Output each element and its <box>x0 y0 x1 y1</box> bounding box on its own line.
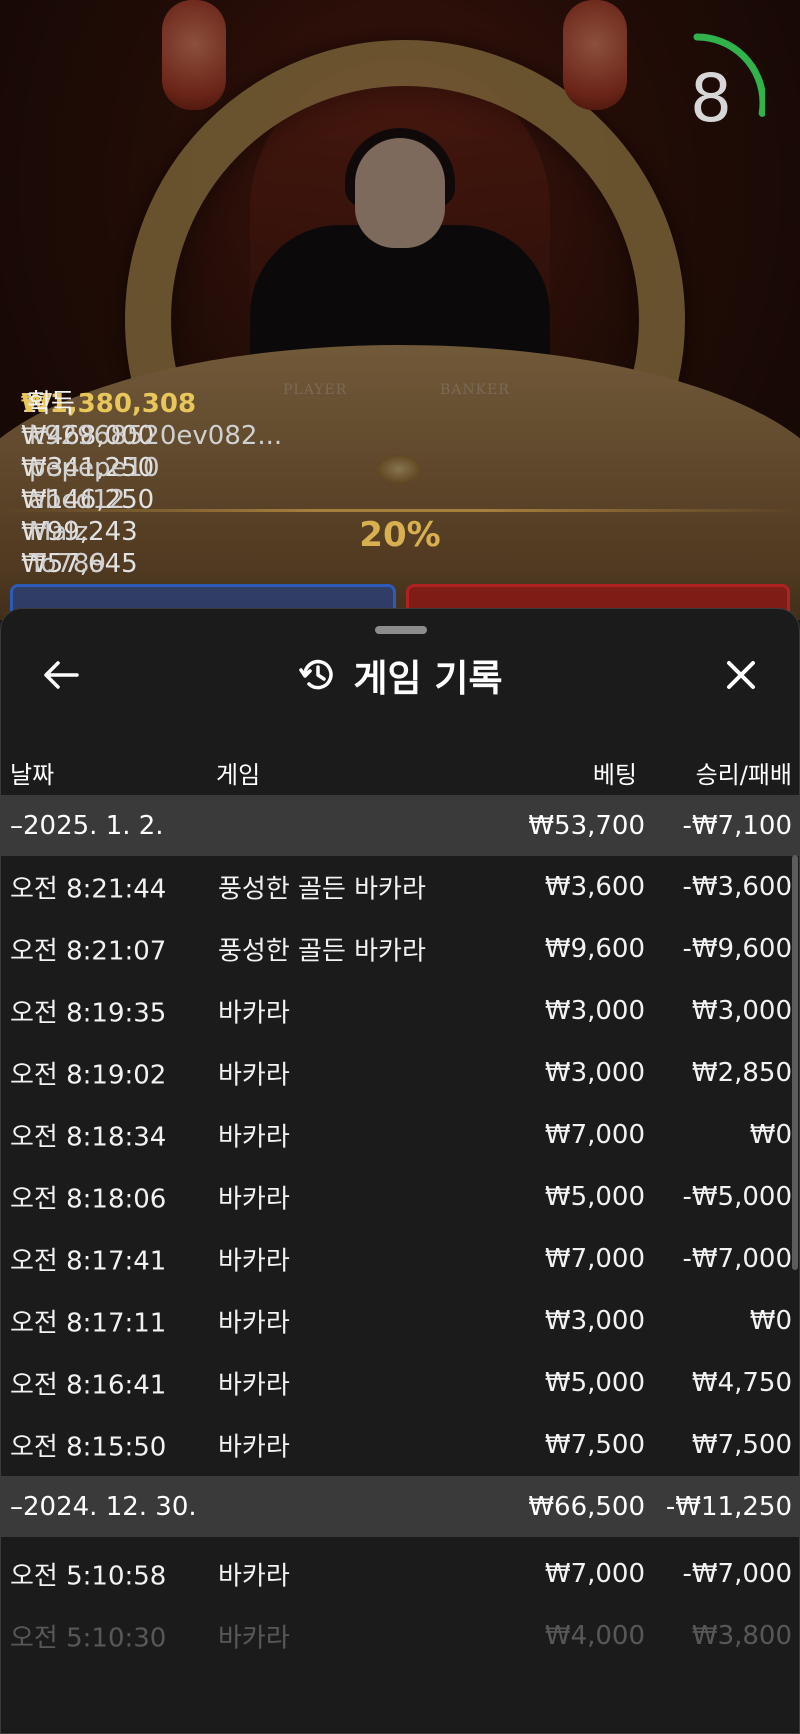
row-bet: ₩3,000 <box>544 1058 645 1088</box>
row-bet: ₩7,000 <box>544 1244 645 1274</box>
group-win-total: -₩7,100 <box>682 810 792 841</box>
history-row[interactable]: 오전 5:10:58 바카라 ₩7,000 -₩7,000 <box>1 1543 799 1605</box>
row-bet: ₩5,000 <box>544 1368 645 1398</box>
group-date: –2024. 12. 30. <box>10 1491 197 1522</box>
row-win: ₩0 <box>749 1306 792 1336</box>
history-row[interactable]: 오전 8:15:50 바카라 ₩7,500 ₩7,500 <box>1 1414 799 1476</box>
history-list: –2025. 1. 2. ₩53,700 -₩7,100 오전 8:21:44 풍… <box>1 795 799 1667</box>
row-win: ₩7,500 <box>691 1430 792 1460</box>
row-bet: ₩5,000 <box>544 1182 645 1212</box>
history-row[interactable]: 오전 8:17:41 바카라 ₩7,000 -₩7,000 <box>1 1228 799 1290</box>
history-row[interactable]: 오전 5:10:30 바카라 ₩4,000 ₩3,800 <box>1 1605 799 1667</box>
column-win-loss: 승리/패배 <box>695 761 792 789</box>
row-game: 바카라 <box>218 1122 290 1153</box>
row-win: -₩5,000 <box>682 1182 792 1212</box>
history-row[interactable]: 오전 8:18:06 바카라 ₩5,000 -₩5,000 <box>1 1166 799 1228</box>
group-bet-total: ₩53,700 <box>528 810 645 841</box>
history-row[interactable]: 오전 8:19:35 바카라 ₩3,000 ₩3,000 <box>1 980 799 1042</box>
scrollbar[interactable] <box>792 855 798 1270</box>
drag-handle[interactable] <box>375 626 427 634</box>
row-win: ₩4,750 <box>691 1368 792 1398</box>
group-date: –2025. 1. 2. <box>10 810 164 841</box>
row-win: -₩3,600 <box>682 872 792 902</box>
row-game: 풍성한 골든 바카라 <box>218 936 426 967</box>
row-time: 오전 8:21:44 <box>10 874 167 905</box>
row-win: ₩2,850 <box>691 1058 792 1088</box>
row-time: 오전 8:17:11 <box>10 1308 167 1339</box>
row-time: 오전 5:10:58 <box>10 1561 167 1592</box>
row-time: 오전 8:17:41 <box>10 1246 167 1277</box>
close-button[interactable] <box>713 647 769 703</box>
history-row[interactable]: 오전 8:21:44 풍성한 골든 바카라 ₩3,600 -₩3,600 <box>1 856 799 918</box>
row-game: 바카라 <box>218 1060 290 1091</box>
winners-suffix: 획득 <box>27 389 75 419</box>
row-win: ₩3,800 <box>691 1621 792 1651</box>
sheet-header: 게임 기록 <box>1 645 799 705</box>
column-game: 게임 <box>216 761 261 789</box>
row-time: 오전 8:21:07 <box>10 936 167 967</box>
group-win-total: -₩11,250 <box>665 1491 792 1522</box>
column-date: 날짜 <box>10 761 55 789</box>
date-group-header[interactable]: –2024. 12. 30. ₩66,500 -₩11,250 <box>1 1476 799 1537</box>
close-icon <box>727 661 755 689</box>
history-row[interactable]: 오전 8:17:11 바카라 ₩3,000 ₩0 <box>1 1290 799 1352</box>
history-icon <box>299 659 334 690</box>
row-game: 바카라 <box>218 1184 290 1215</box>
history-row[interactable]: 오전 8:16:41 바카라 ₩5,000 ₩4,750 <box>1 1352 799 1414</box>
column-bet: 베팅 <box>592 761 637 789</box>
row-game: 바카라 <box>218 998 290 1029</box>
row-bet: ₩3,000 <box>544 1306 645 1336</box>
row-win: -₩7,000 <box>682 1559 792 1589</box>
row-time: 오전 8:19:02 <box>10 1060 167 1091</box>
row-game: 바카라 <box>218 1432 290 1463</box>
row-time: 오전 8:19:35 <box>10 998 167 1029</box>
row-win: -₩9,600 <box>682 934 792 964</box>
history-row[interactable]: 오전 8:21:07 풍성한 골든 바카라 ₩9,600 -₩9,600 <box>1 918 799 980</box>
row-win: -₩7,000 <box>682 1244 792 1274</box>
row-time: 오전 8:16:41 <box>10 1370 167 1401</box>
row-game: 바카라 <box>218 1246 290 1277</box>
bet-percentage: 20% <box>359 515 441 555</box>
row-bet: ₩7,500 <box>544 1430 645 1460</box>
history-row[interactable]: 오전 8:18:34 바카라 ₩7,000 ₩0 <box>1 1104 799 1166</box>
winner-name: Malz <box>29 517 89 547</box>
row-game: 바카라 <box>218 1561 290 1592</box>
row-time: 오전 8:15:50 <box>10 1432 167 1463</box>
row-bet: ₩7,000 <box>544 1559 645 1589</box>
sheet-title: 게임 기록 <box>353 657 503 700</box>
winner-name: pepepe10 <box>29 453 160 483</box>
row-game: 바카라 <box>218 1623 290 1654</box>
countdown-number: 8 <box>690 60 732 137</box>
row-bet: ₩3,600 <box>544 872 645 902</box>
row-win: ₩0 <box>749 1120 792 1150</box>
winner-name: k92968520ev082... <box>29 421 283 451</box>
row-game: 바카라 <box>218 1308 290 1339</box>
history-row[interactable]: 오전 8:19:02 바카라 ₩3,000 ₩2,850 <box>1 1042 799 1104</box>
row-win: ₩3,000 <box>691 996 792 1026</box>
column-headers: 날짜 게임 베팅 승리/패배 <box>1 747 799 791</box>
row-bet: ₩7,000 <box>544 1120 645 1150</box>
row-time: 오전 5:10:30 <box>10 1623 167 1654</box>
row-time: 오전 8:18:34 <box>10 1122 167 1153</box>
game-history-sheet: 게임 기록 날짜 게임 베팅 승리/패배 –2025. 1. 2. ₩53,70… <box>0 608 800 1734</box>
row-bet: ₩4,000 <box>544 1621 645 1651</box>
date-group-header[interactable]: –2025. 1. 2. ₩53,700 -₩7,100 <box>1 795 799 856</box>
row-time: 오전 8:18:06 <box>10 1184 167 1215</box>
group-bet-total: ₩66,500 <box>528 1491 645 1522</box>
row-game: 풍성한 골든 바카라 <box>218 874 426 905</box>
row-bet: ₩3,000 <box>544 996 645 1026</box>
row-bet: ₩9,600 <box>544 934 645 964</box>
winner-name: To789 <box>29 549 106 579</box>
progress-line <box>0 509 800 512</box>
row-game: 바카라 <box>218 1370 290 1401</box>
